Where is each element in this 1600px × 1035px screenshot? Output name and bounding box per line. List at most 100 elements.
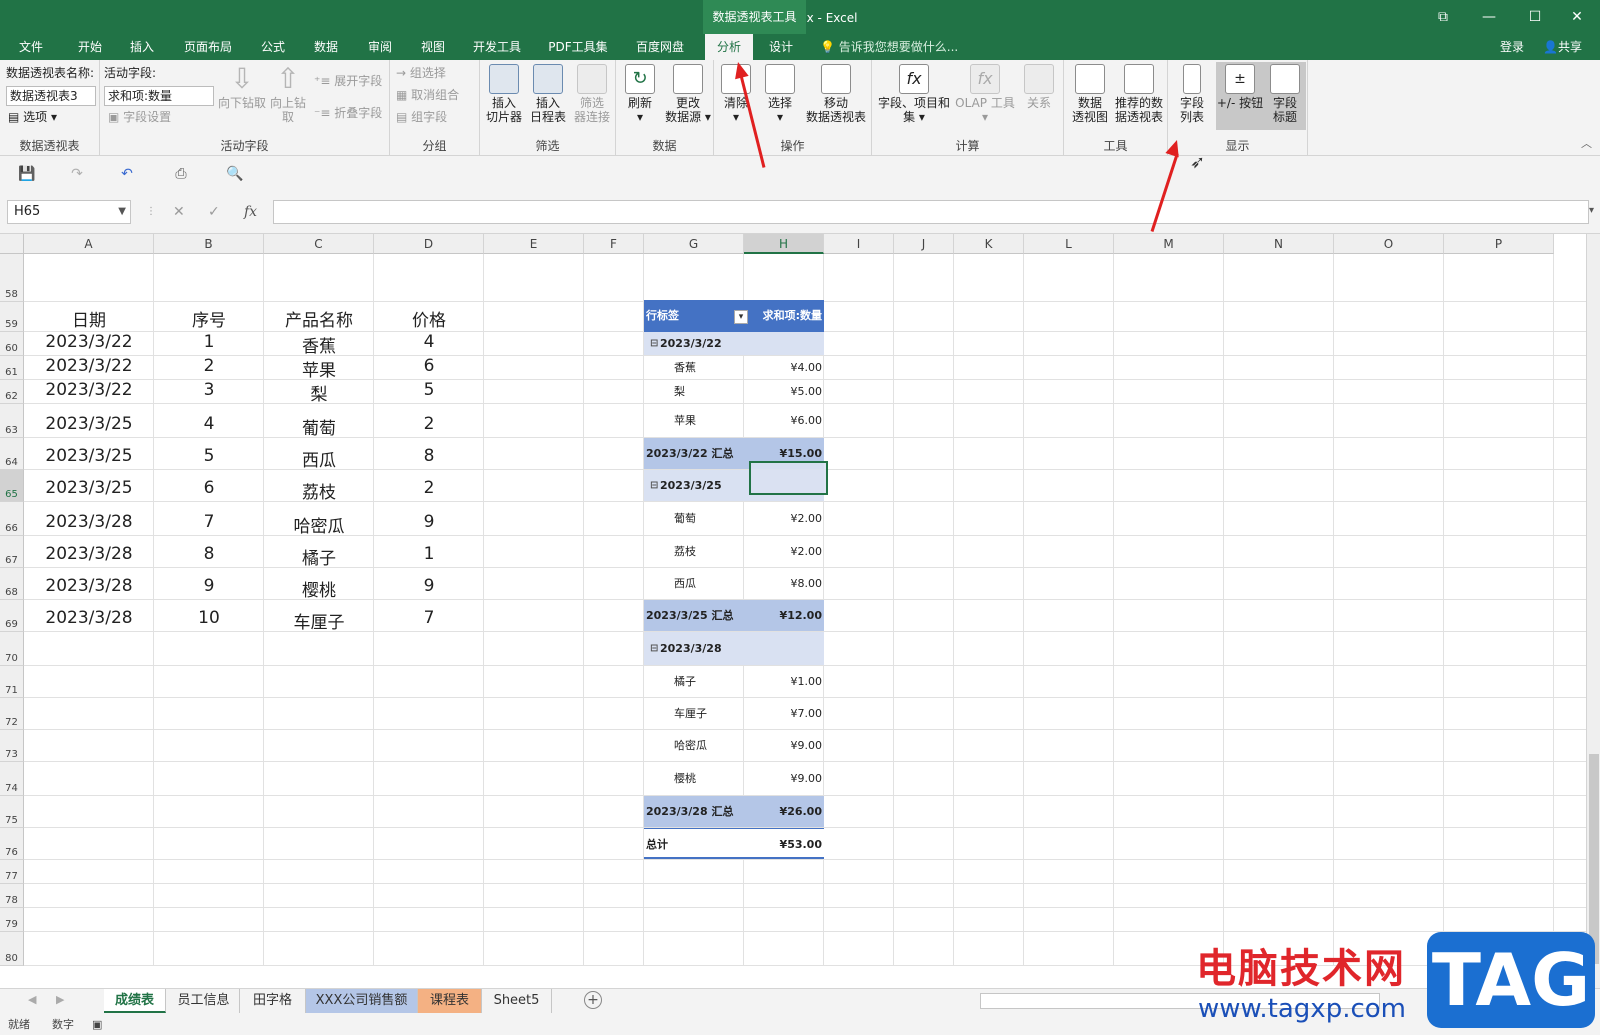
sheet-tab-tianzige[interactable]: 田字格 [240,989,306,1013]
table-cell[interactable]: 2023/3/25 [24,414,154,434]
macro-record-icon[interactable]: ▣ [92,1014,102,1035]
tab-pdf-tools[interactable]: PDF工具集 [544,34,612,60]
save-icon[interactable]: 💾 [16,164,38,184]
cancel-icon[interactable]: ✕ [173,204,185,220]
collapse-ribbon-icon[interactable]: ︿ [1581,135,1592,151]
pivot-item-row[interactable]: 樱桃 ¥9.00 [644,762,824,795]
undo-icon[interactable]: ↶ [116,164,138,184]
table-cell[interactable]: 6 [154,478,264,498]
row-header-62[interactable]: 62 [0,380,24,404]
tab-baidu-netdisk[interactable]: 百度网盘 [628,34,692,60]
row-header-65[interactable]: 65 [0,470,24,502]
table-cell[interactable]: 5 [154,446,264,466]
table-cell[interactable]: 8 [374,446,484,466]
fields-items-sets-button[interactable]: fx 字段、项目和集 ▾ [876,64,952,124]
row-header-58[interactable]: 58 [0,254,24,302]
sheet-tab-yuangong[interactable]: 员工信息 [168,989,240,1013]
table-cell[interactable]: 2023/3/22 [24,380,154,400]
refresh-button[interactable]: ↻ 刷新 ▾ [618,64,662,124]
column-header-b[interactable]: B [154,234,264,254]
pivot-item-row[interactable]: 荔枝 ¥2.00 [644,536,824,567]
table-cell[interactable]: 苹果 [264,356,374,381]
row-header-70[interactable]: 70 [0,632,24,666]
pivot-filter-dropdown-icon[interactable]: ▾ [734,310,748,324]
collapse-group-icon[interactable]: ⊟ [650,332,658,355]
pivot-item-row[interactable]: 车厘子 ¥7.00 [644,698,824,729]
table-cell[interactable]: 橘子 [264,544,374,569]
table-cell[interactable]: 1 [154,332,264,352]
maximize-icon[interactable]: ☐ [1512,0,1558,34]
column-header-c[interactable]: C [264,234,374,254]
worksheet-grid[interactable]: ABCDEFGHIJKLMNOP 58 59 60 61 62 63 64 65 66 67 68 6… [0,234,1600,988]
column-header-i[interactable]: I [824,234,894,254]
row-header-74[interactable]: 74 [0,762,24,796]
tab-formulas[interactable]: 公式 [250,34,296,60]
change-data-source-button[interactable]: 更改 数据源 ▾ [664,64,712,124]
table-cell[interactable]: 10 [154,608,264,628]
selected-cell-h65[interactable] [749,461,828,495]
row-header-67[interactable]: 67 [0,536,24,568]
table-cell[interactable]: 葡萄 [264,414,374,439]
enter-icon[interactable]: ✓ [208,204,220,220]
table-cell[interactable]: 2 [154,356,264,376]
field-settings-button[interactable]: ▣ 字段设置 [108,108,171,126]
scroll-right-icon[interactable]: ▶ [56,993,64,1006]
pivot-item-row[interactable]: 梨 ¥5.00 [644,380,824,403]
pivot-subtotal-row[interactable]: 2023/3/25 汇总 ¥12.00 [644,600,824,631]
row-header-78[interactable]: 78 [0,884,24,908]
close-icon[interactable]: ✕ [1554,0,1600,34]
tab-developer[interactable]: 开发工具 [466,34,528,60]
pivot-total-row[interactable]: 总计 ¥53.00 [644,828,824,859]
table-cell[interactable]: 8 [154,544,264,564]
sheet-tab-sheet5[interactable]: Sheet5 [482,989,552,1013]
column-header-j[interactable]: J [894,234,954,254]
table-cell[interactable]: 9 [374,576,484,596]
row-header-63[interactable]: 63 [0,404,24,438]
group-field-button[interactable]: ▤ 组字段 [396,108,447,126]
column-header-f[interactable]: F [584,234,644,254]
preview-icon[interactable]: 🔍 [224,164,246,184]
row-header-59[interactable]: 59 [0,302,24,332]
add-sheet-icon[interactable]: + [584,991,602,1009]
sheet-tab-kechengbiao[interactable]: 课程表 [418,989,482,1013]
active-field-input[interactable]: 求和项:数量 [104,86,214,106]
scrollbar-thumb[interactable] [1589,754,1599,964]
column-header-a[interactable]: A [24,234,154,254]
table-header-cell[interactable]: 序号 [154,306,264,331]
row-header-69[interactable]: 69 [0,600,24,632]
row-header-71[interactable]: 71 [0,666,24,698]
column-header-g[interactable]: G [644,234,744,254]
row-header-68[interactable]: 68 [0,568,24,600]
expand-formula-icon[interactable]: ▾ [1589,205,1594,216]
print-preview-icon[interactable]: ⎙ [170,164,192,184]
row-header-60[interactable]: 60 [0,332,24,356]
column-header-o[interactable]: O [1334,234,1444,254]
table-cell[interactable]: 2023/3/25 [24,478,154,498]
tab-insert[interactable]: 插入 [118,34,166,60]
pivot-header-row[interactable]: 行标签 ▾ 求和项:数量 [644,300,824,332]
scroll-left-icon[interactable]: ◀ [28,993,36,1006]
tab-file[interactable]: 文件 [8,34,54,60]
field-headers-button[interactable]: 字段 标题 [1264,62,1306,130]
minimize-icon[interactable]: — [1466,0,1512,34]
column-header-k[interactable]: K [954,234,1024,254]
row-header-79[interactable]: 79 [0,908,24,932]
table-header-cell[interactable]: 产品名称 [264,306,374,331]
group-selection-button[interactable]: → 组选择 [396,64,446,82]
table-cell[interactable]: 4 [374,332,484,352]
column-header-d[interactable]: D [374,234,484,254]
olap-tools-button[interactable]: fx OLAP 工具 ▾ [954,64,1016,124]
login-link[interactable]: 登录 [1500,34,1524,60]
tab-review[interactable]: 审阅 [357,34,403,60]
column-header-e[interactable]: E [484,234,584,254]
pivot-item-row[interactable]: 葡萄 ¥2.00 [644,502,824,535]
table-cell[interactable]: 2023/3/28 [24,576,154,596]
tell-me-search[interactable]: 💡 告诉我您想要做什么... [820,34,958,60]
row-header-72[interactable]: 72 [0,698,24,730]
tab-data[interactable]: 数据 [303,34,349,60]
collapse-field-button[interactable]: ⁻≡ 折叠字段 [314,104,382,122]
table-cell[interactable]: 2023/3/28 [24,512,154,532]
filter-connections-button[interactable]: 筛选 器连接 [570,64,614,124]
tab-home[interactable]: 开始 [66,34,114,60]
table-header-cell[interactable]: 日期 [24,306,154,331]
